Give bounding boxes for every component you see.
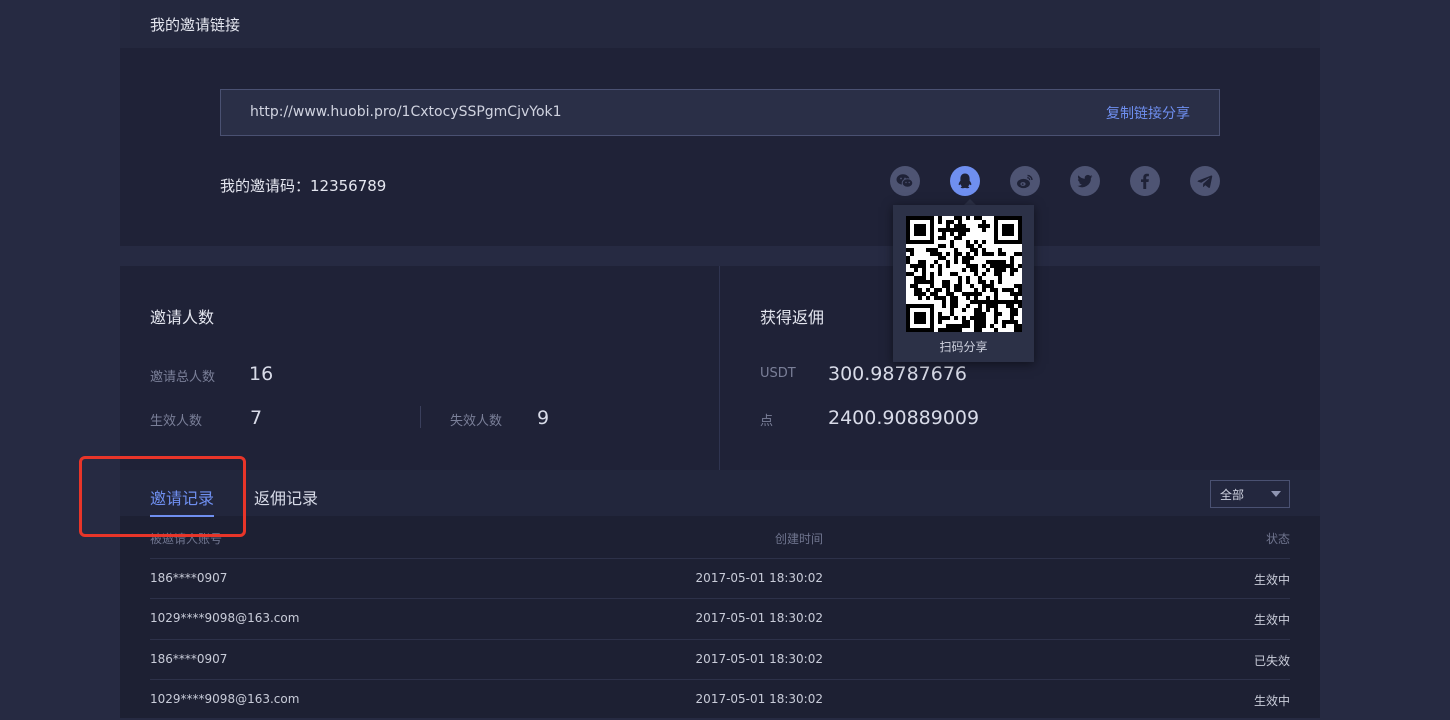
status-filter-select[interactable]: 全部: [1210, 480, 1290, 508]
row-time: 2017-05-01 18:30:02: [695, 692, 823, 706]
qr-popup: 扫码分享: [893, 205, 1034, 362]
qr-caption: 扫码分享: [939, 340, 988, 354]
stats-divider: [420, 406, 421, 428]
weibo-icon: [1017, 174, 1033, 189]
records-tabbar: 邀请记录 返佣记录 全部: [120, 470, 1320, 516]
table-row: 1029****9098@163.com 2017-05-01 18:30:02…: [150, 679, 1290, 720]
column-header-status: 状态: [1265, 532, 1290, 546]
row-account: 1029****9098@163.com: [150, 692, 300, 706]
qr-code-image: [906, 216, 1022, 332]
row-account: 186****0907: [150, 571, 228, 585]
row-status: 生效中: [1253, 573, 1290, 587]
invite-count-title: 邀请人数: [150, 308, 215, 327]
invite-link-url[interactable]: http://www.huobi.pro/1CxtocySSPgmCjvYok1: [250, 104, 562, 120]
point-label: 点: [760, 414, 774, 429]
chevron-down-icon: [1271, 491, 1281, 497]
row-status: 生效中: [1253, 613, 1290, 627]
row-account: 1029****9098@163.com: [150, 611, 300, 625]
telegram-icon: [1197, 175, 1213, 188]
table-row: 186****0907 2017-05-01 18:30:02 生效中: [150, 558, 1290, 599]
point-value: 2400.90889009: [828, 407, 980, 429]
total-invites-value: 16: [249, 363, 274, 385]
row-status: 已失效: [1253, 654, 1290, 668]
row-account: 186****0907: [150, 652, 228, 666]
column-header-time: 创建时间: [774, 532, 823, 546]
qr-code-pattern: [906, 216, 1022, 332]
valid-invites-value: 7: [250, 407, 263, 429]
twitter-share-button[interactable]: [1070, 166, 1100, 196]
invite-code: 我的邀请码：12356789: [220, 177, 387, 195]
row-time: 2017-05-01 18:30:02: [695, 611, 823, 625]
stats-card: 邀请人数 邀请总人数 16 生效人数 7 失效人数 9 获得返佣 USDT 30…: [120, 266, 1320, 470]
weibo-share-button[interactable]: [1010, 166, 1040, 196]
qq-icon: [958, 173, 972, 189]
invalid-invites-value: 9: [537, 407, 550, 429]
qq-share-button[interactable]: [950, 166, 980, 196]
facebook-icon: [1141, 173, 1149, 189]
status-filter-value: 全部: [1220, 488, 1245, 502]
rebate-title: 获得返佣: [760, 308, 825, 327]
stats-vertical-divider: [719, 266, 720, 470]
usdt-value: 300.98787676: [828, 363, 968, 385]
tab-rebate-records[interactable]: 返佣记录: [254, 485, 318, 509]
valid-invites-label: 生效人数: [150, 414, 203, 429]
invite-link-card: 我的邀请链接 http://www.huobi.pro/1CxtocySSPgm…: [120, 0, 1320, 246]
table-row: 186****0907 2017-05-01 18:30:02 已失效: [150, 639, 1290, 680]
row-status: 生效中: [1253, 694, 1290, 708]
copy-link-button[interactable]: 复制链接分享: [1106, 103, 1190, 123]
invite-link-box: http://www.huobi.pro/1CxtocySSPgmCjvYok1…: [220, 89, 1220, 136]
telegram-share-button[interactable]: [1190, 166, 1220, 196]
records-card: 邀请记录 返佣记录 全部 被邀请人账号 创建时间 状态 186****0907 …: [120, 470, 1320, 718]
highlight-annotation: [79, 456, 246, 537]
wechat-share-button[interactable]: [890, 166, 920, 196]
row-time: 2017-05-01 18:30:02: [695, 652, 823, 666]
usdt-label: USDT: [760, 366, 796, 381]
invite-link-header: 我的邀请链接: [120, 0, 1320, 48]
twitter-icon: [1077, 174, 1093, 188]
table-row: 1029****9098@163.com 2017-05-01 18:30:02…: [150, 598, 1290, 639]
invalid-invites-label: 失效人数: [450, 414, 503, 429]
total-invites-label: 邀请总人数: [150, 370, 216, 385]
facebook-share-button[interactable]: [1130, 166, 1160, 196]
row-time: 2017-05-01 18:30:02: [695, 571, 823, 585]
invite-link-title: 我的邀请链接: [150, 16, 241, 34]
wechat-icon: [896, 174, 914, 188]
